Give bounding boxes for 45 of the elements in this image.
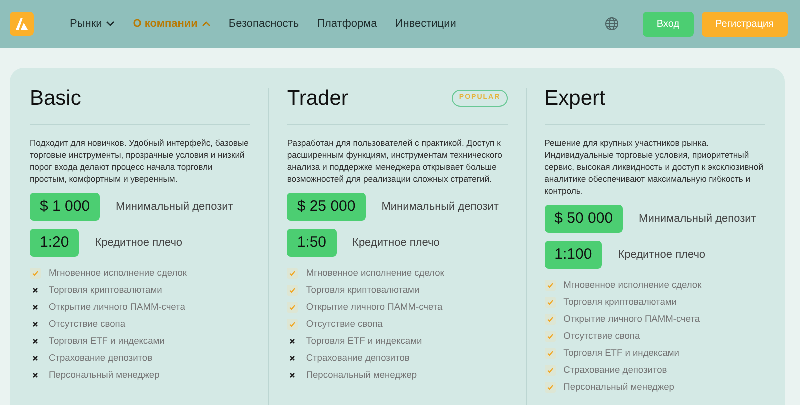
feature-text: Персональный менеджер: [306, 368, 418, 382]
feature-text: Отсутствие свопа: [49, 318, 126, 331]
feature-text: Мгновенное исполнение сделок: [564, 278, 702, 292]
leverage-value: 1:20: [30, 229, 80, 257]
feature-text: Страхование депозитов: [564, 364, 668, 377]
plan-title: Basic: [30, 88, 82, 109]
feature-text: Торговля ETF и индексами: [49, 334, 165, 348]
leverage-label: Кредитное плечо: [352, 236, 440, 251]
feature-text: Открытие личного ПАММ-счета: [49, 300, 186, 314]
nav-link[interactable]: Рынки: [70, 16, 116, 32]
plan-description: Решение для крупных участников рынка. Индивидуальные торговые условия, приоритетный сервис, высокая ликвидность и доступ к эксклюзивной аналитике обеспечивают максимальную гибкость и контроль.: [544, 137, 764, 197]
nav-link[interactable]: Платформа: [317, 16, 378, 32]
leverage-label: Кредитное плечо: [95, 236, 183, 251]
plan-description: Разработан для пользователей с практикой. Доступ к расширенным функциям, инструментам технического анализа и поддержке менеджера открывает больше возможностей для реализации сложных стратегий.: [287, 137, 504, 185]
deposit-amount: $ 50 000: [544, 205, 624, 233]
deposit-label: Минимальный депозит: [382, 200, 499, 215]
feature-text: Страхование депозитов: [306, 352, 410, 365]
feature-text: Страхование депозитов: [49, 352, 153, 365]
feature-text: Открытие личного ПАММ-счета: [306, 300, 443, 314]
feature-text: Торговля криптовалютами: [306, 284, 420, 297]
feature-text: Торговля ETF и индексами: [306, 334, 422, 348]
nav-link[interactable]: Безопасность: [228, 16, 300, 32]
feature-text: Отсутствие свопа: [564, 330, 640, 343]
feature-text: Торговля криптовалютами: [564, 296, 677, 309]
logo-icon[interactable]: [10, 12, 34, 36]
leverage-label: Кредитное плечо: [618, 248, 706, 263]
feature-text: Мгновенное исполнение сделок: [306, 266, 444, 280]
leverage-value: 1:100: [544, 241, 602, 269]
deposit-amount: $ 1 000: [30, 193, 100, 221]
plan-title: Expert: [544, 88, 606, 109]
feature-text: Отсутствие свопа: [306, 318, 383, 331]
feature-text: Персональный менеджер: [564, 380, 674, 394]
feature-text: Персональный менеджер: [49, 368, 160, 382]
globe-icon[interactable]: [604, 17, 619, 31]
feature-text: Мгновенное исполнение сделок: [49, 266, 187, 280]
leverage-value: 1:50: [287, 229, 337, 257]
feature-text: Открытие личного ПАММ-счета: [564, 312, 700, 326]
deposit-label: Минимальный депозит: [116, 200, 234, 215]
nav-link[interactable]: Инвестиции: [395, 16, 456, 32]
deposit-label: Минимальный депозит: [639, 212, 756, 227]
feature-text: Торговля ETF и индексами: [564, 346, 680, 360]
feature-text: Торговля криптовалютами: [49, 284, 162, 297]
deposit-amount: $ 25 000: [287, 193, 366, 221]
plan-title: Trader: [287, 88, 348, 109]
plan-description: Подходит для новичков. Удобный интерфейс, базовые торговые инструменты, прозрачные условия и низкий порог входа делают процесс начала торговли простым, комфортным и уверенным.: [30, 137, 250, 185]
